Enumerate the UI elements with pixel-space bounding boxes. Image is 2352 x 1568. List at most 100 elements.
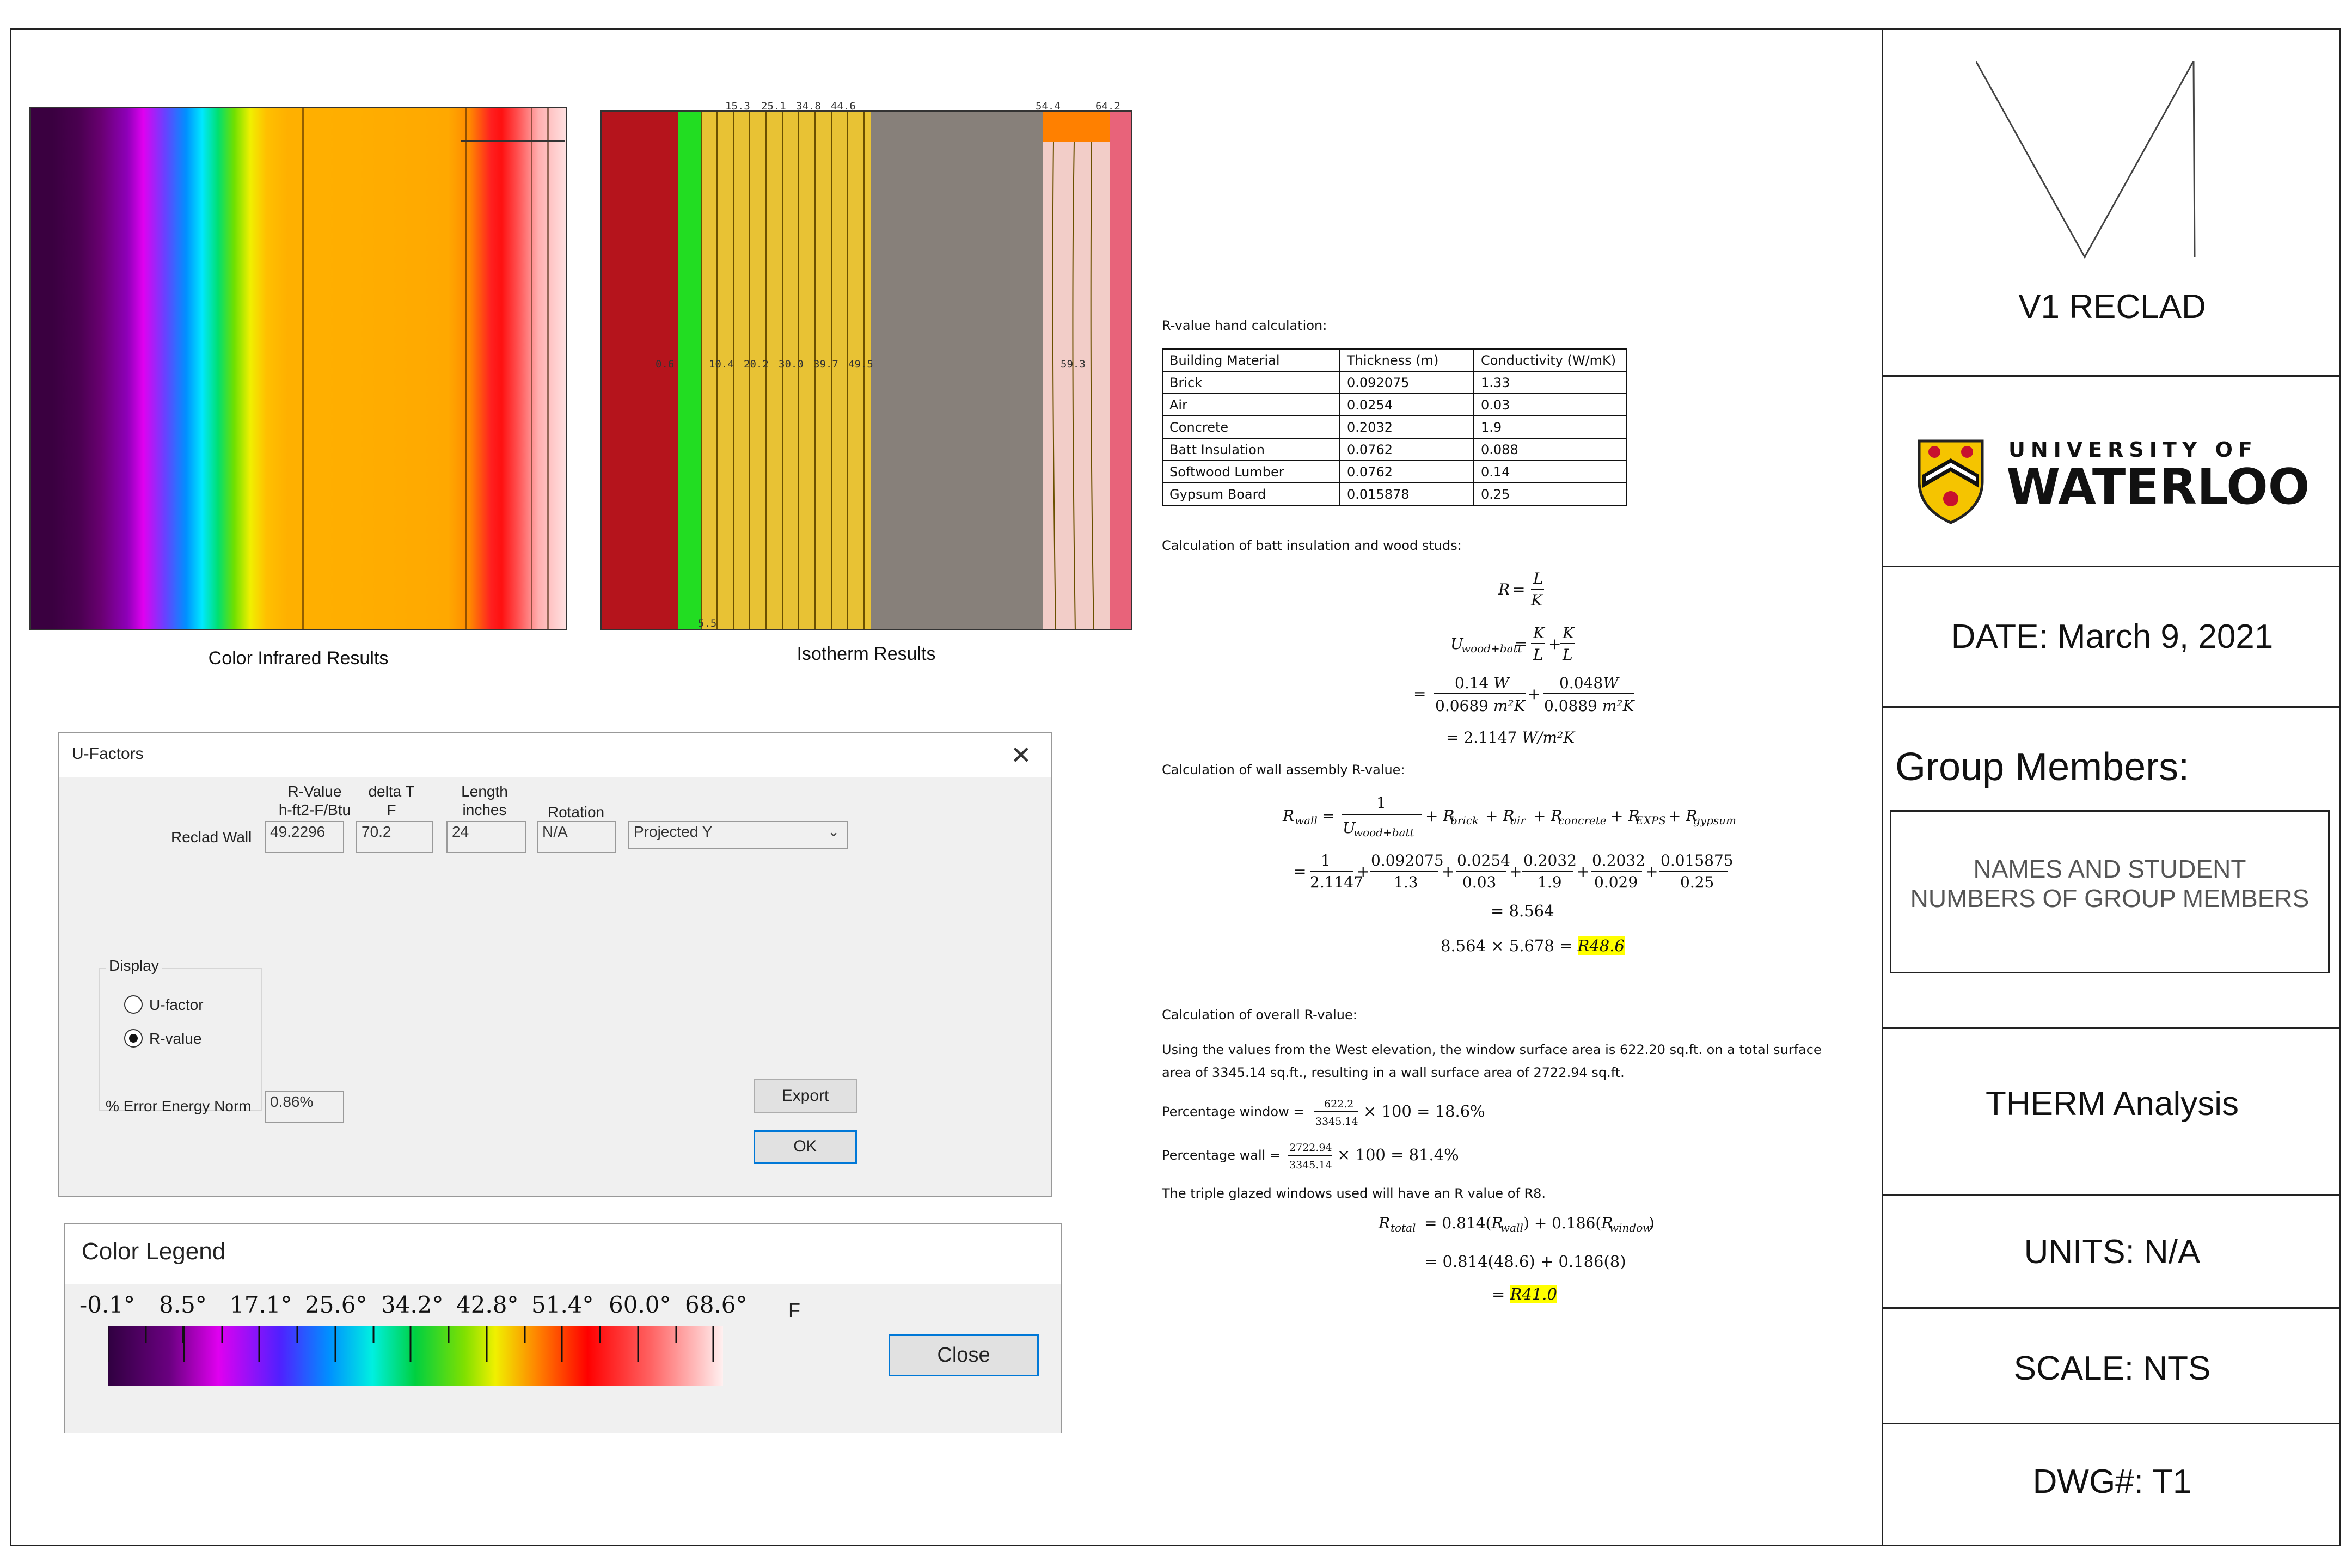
- scale-text: SCALE: NTS: [2013, 1350, 2211, 1387]
- table-row: Brick 0.092075 1.33: [1162, 371, 1627, 394]
- table-cell: 0.14: [1473, 460, 1627, 483]
- table-cell: 0.0762: [1339, 438, 1474, 461]
- close-icon[interactable]: ✕: [1010, 740, 1032, 770]
- svg-text:0.015875: 0.015875: [1661, 852, 1734, 869]
- ufactors-titlebar: [59, 733, 1051, 777]
- svg-text:+: +: [1577, 862, 1589, 880]
- ok-button[interactable]: OK: [754, 1130, 857, 1164]
- svg-text:) + 0.186(R: ) + 0.186(R: [1523, 1214, 1613, 1232]
- table-cell: 0.092075: [1339, 371, 1474, 394]
- title-block-group-cell: Group Members: NAMES AND STUDENT NUMBERS…: [1883, 708, 2341, 1029]
- iso-label-mid: 10.4: [709, 358, 734, 370]
- iso-label-top: 15.3: [725, 100, 750, 112]
- legend-ticks: [108, 1326, 714, 1362]
- svg-text:0.03: 0.03: [1462, 873, 1496, 891]
- isotherm-caption: Isotherm Results: [797, 644, 936, 664]
- svg-text:= 0.814(R: = 0.814(R: [1424, 1214, 1503, 1232]
- rvalue-radio[interactable]: [124, 1029, 143, 1048]
- materials-table: Building Material Thickness (m) Conducti…: [1162, 348, 1627, 506]
- svg-text:0.092075: 0.092075: [1371, 852, 1444, 869]
- infrared-results-image: [29, 107, 567, 630]
- ir-layer-line: [547, 108, 549, 629]
- export-button[interactable]: Export: [754, 1079, 857, 1113]
- projection-select[interactable]: Projected Y ⌄: [628, 821, 848, 849]
- svg-text:L: L: [1533, 569, 1543, 587]
- error-field[interactable]: 0.86%: [265, 1091, 344, 1123]
- svg-text:1.3: 1.3: [1394, 873, 1418, 891]
- svg-text:1: 1: [1376, 794, 1386, 812]
- color-legend-dialog: Color Legend -0.1° 8.5° 17.1° 25.6° 34.2…: [64, 1223, 1062, 1433]
- pct-wall-result: × 100 = 81.4%: [1337, 1146, 1459, 1164]
- table-cell: Softwood Lumber: [1162, 460, 1340, 483]
- svg-text:K: K: [1533, 624, 1546, 642]
- iso-label-top: 54.4: [1036, 100, 1061, 112]
- title-block-dwg-cell: DWG#: T1: [1883, 1424, 2341, 1546]
- title-block-scale-cell: SCALE: NTS: [1883, 1309, 2341, 1424]
- ufactor-radio-label: U-factor: [149, 996, 204, 1013]
- col-rvalue-line2: h-ft2-F/Btu: [278, 801, 351, 818]
- display-label: Display: [106, 957, 162, 975]
- svg-text:brick: brick: [1450, 814, 1479, 827]
- iso-label-mid: 30.0: [779, 358, 804, 370]
- wall-r-value: R48.6: [1577, 936, 1625, 955]
- svg-text:0.0254: 0.0254: [1457, 852, 1510, 869]
- infrared-caption: Color Infrared Results: [208, 648, 389, 669]
- rotation-field[interactable]: N/A: [537, 821, 616, 853]
- wall-conversion-line: 8.564 × 5.678 = R48.6: [1441, 936, 1625, 955]
- wall-equations: Rwall = 1 Uwood+batt + Rbrick + Rair + Rc…: [1282, 794, 1736, 891]
- batt-equations: R = LK Uwood+batt= KL + KL = 0.14 W 0.068…: [1413, 569, 1636, 746]
- legend-unit: F: [788, 1299, 800, 1321]
- table-row: Softwood Lumber 0.0762 0.14: [1162, 460, 1627, 483]
- svg-text:total: total: [1391, 1221, 1416, 1234]
- svg-text:wall: wall: [1295, 814, 1318, 827]
- title-block-date-cell: DATE: March 9, 2021: [1883, 567, 2341, 708]
- project-title: V1 RECLAD: [2018, 288, 2206, 326]
- pct-wall-label: Percentage wall =: [1162, 1148, 1281, 1163]
- iso-label-mid: 20.2: [744, 358, 769, 370]
- table-header-cell: Conductivity (W/mK): [1473, 348, 1627, 372]
- row-label: Reclad Wall: [171, 829, 252, 846]
- iso-label-mid: 39.7: [813, 358, 838, 370]
- svg-text:air: air: [1510, 814, 1526, 827]
- total-result-line: = R41.0: [1492, 1285, 1557, 1303]
- col-deltat-line1: delta T: [368, 783, 415, 800]
- iso-label-mid: 59.3: [1061, 358, 1086, 370]
- delta-t-field[interactable]: 70.2: [356, 821, 433, 853]
- svg-text:EXPS: EXPS: [1635, 814, 1666, 827]
- svg-text:0.0689 m²K: 0.0689 m²K: [1435, 697, 1527, 715]
- svg-text:= 2.1147 W/m²K: = 2.1147 W/m²K: [1446, 728, 1576, 746]
- wall-conversion: 8.564 × 5.678 =: [1441, 936, 1578, 955]
- chevron-down-icon: ⌄: [828, 823, 840, 840]
- ir-layer-line: [302, 108, 304, 629]
- legend-tick-label: 34.2°: [381, 1291, 444, 1318]
- svg-text:+: +: [1528, 685, 1540, 703]
- svg-text:0.048W: 0.048W: [1559, 674, 1620, 692]
- rvalue-radio-label: R-value: [149, 1030, 202, 1047]
- total-equation-line2: = 0.814(48.6) + 0.186(8): [1424, 1252, 1626, 1271]
- iso-label-top: 25.1: [761, 100, 786, 112]
- col-length-line2: inches: [462, 801, 507, 818]
- svg-text:0.2032: 0.2032: [1592, 852, 1645, 869]
- ufactor-radio[interactable]: [124, 995, 143, 1014]
- iso-label-mid: 49.5: [848, 358, 873, 370]
- svg-text:=: =: [1294, 862, 1306, 880]
- overall-heading: Calculation of overall R-value:: [1162, 1007, 1357, 1022]
- svg-text:L: L: [1533, 646, 1543, 664]
- table-cell: 0.0254: [1339, 393, 1474, 416]
- length-field[interactable]: 24: [446, 821, 526, 853]
- legend-tick-label: 17.1°: [230, 1291, 292, 1318]
- pct-window-result: × 100 = 18.6%: [1363, 1102, 1485, 1120]
- svg-text:3345.14: 3345.14: [1289, 1159, 1332, 1171]
- iso-label-bottom: 5.5: [698, 617, 717, 629]
- table-cell: 0.2032: [1339, 415, 1474, 439]
- svg-text:gypsum: gypsum: [1693, 814, 1736, 827]
- rvalue-field[interactable]: 49.2296: [265, 821, 344, 853]
- svg-text:K: K: [1562, 624, 1575, 642]
- svg-text:2.1147: 2.1147: [1310, 873, 1363, 891]
- col-rotation: Rotation: [547, 804, 605, 820]
- svg-text:R: R: [1282, 807, 1294, 825]
- table-cell: Concrete: [1162, 415, 1340, 439]
- university-line2: WATERLOO: [2006, 458, 2310, 516]
- svg-text:+: +: [1645, 862, 1658, 880]
- close-button[interactable]: Close: [889, 1334, 1039, 1376]
